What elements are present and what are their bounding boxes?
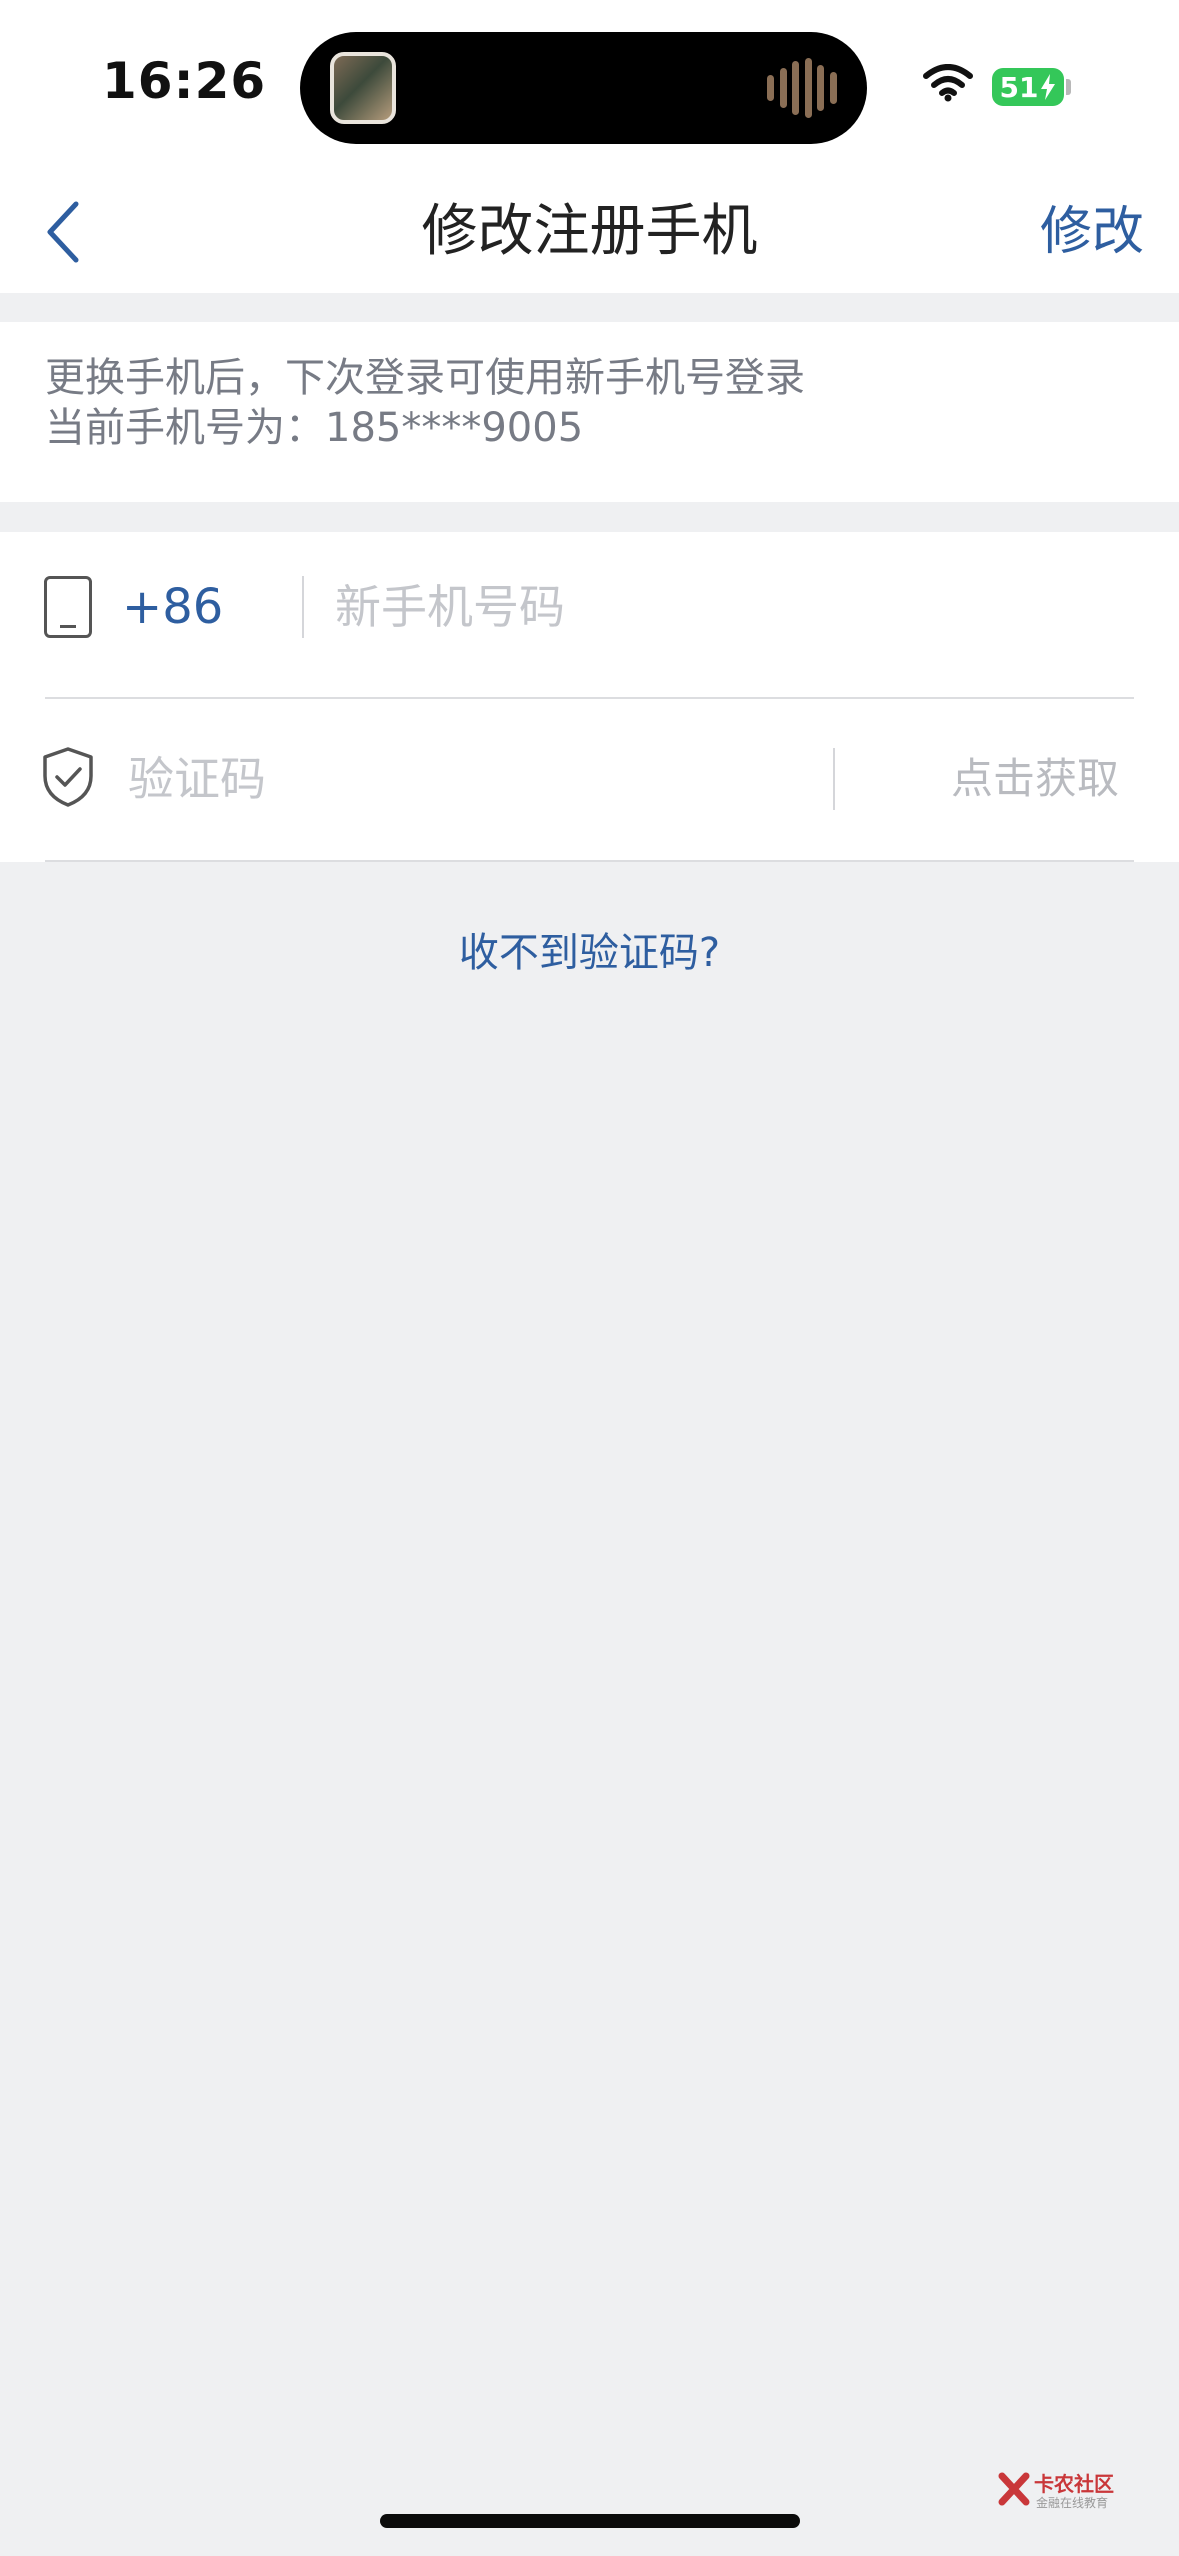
current-phone-text: 当前手机号为：185****9005 xyxy=(45,405,584,451)
watermark-name: 卡农社区 xyxy=(1034,2472,1114,2496)
divider xyxy=(302,576,304,638)
charging-bolt-icon xyxy=(1041,74,1056,100)
battery-cap xyxy=(1066,79,1071,95)
no-code-link-label: 收不到验证码? xyxy=(458,930,721,976)
status-bar: 16:26 51 xyxy=(0,0,1179,170)
shield-check-icon xyxy=(43,747,93,807)
info-card: 更换手机后，下次登录可使用新手机号登录 当前手机号为：185****9005 xyxy=(0,322,1179,502)
no-code-link[interactable]: 收不到验证码? xyxy=(0,920,1179,978)
battery-level: 51 xyxy=(999,70,1039,104)
watermark-subtitle: 金融在线教育 xyxy=(1036,2496,1109,2510)
navigation-bar: 修改注册手机 修改 xyxy=(0,170,1179,293)
verification-code-input[interactable] xyxy=(128,744,808,814)
home-indicator[interactable] xyxy=(380,2514,800,2528)
watermark-logo: 卡农社区 金融在线教育 xyxy=(998,2468,1122,2512)
status-time: 16:26 xyxy=(102,52,267,110)
info-hint: 更换手机后，下次登录可使用新手机号登录 xyxy=(45,355,805,401)
country-code-selector[interactable]: +86 xyxy=(122,574,223,640)
battery-indicator: 51 xyxy=(992,68,1064,106)
kanong-logo-icon xyxy=(998,2472,1030,2506)
now-playing-thumbnail xyxy=(330,52,396,124)
mobile-phone-icon xyxy=(44,576,92,638)
new-phone-input[interactable] xyxy=(335,572,1115,642)
modify-button[interactable]: 修改 xyxy=(1040,192,1144,272)
get-code-button[interactable]: 点击获取 xyxy=(951,744,1119,814)
audio-waveform-icon xyxy=(767,58,837,118)
wifi-icon xyxy=(923,64,973,102)
divider xyxy=(833,748,835,810)
dynamic-island[interactable] xyxy=(300,32,867,144)
phone-change-form: +86 点击获取 xyxy=(0,532,1179,862)
row-divider xyxy=(45,860,1134,862)
row-divider xyxy=(45,697,1134,699)
page-title: 修改注册手机 xyxy=(421,199,758,264)
